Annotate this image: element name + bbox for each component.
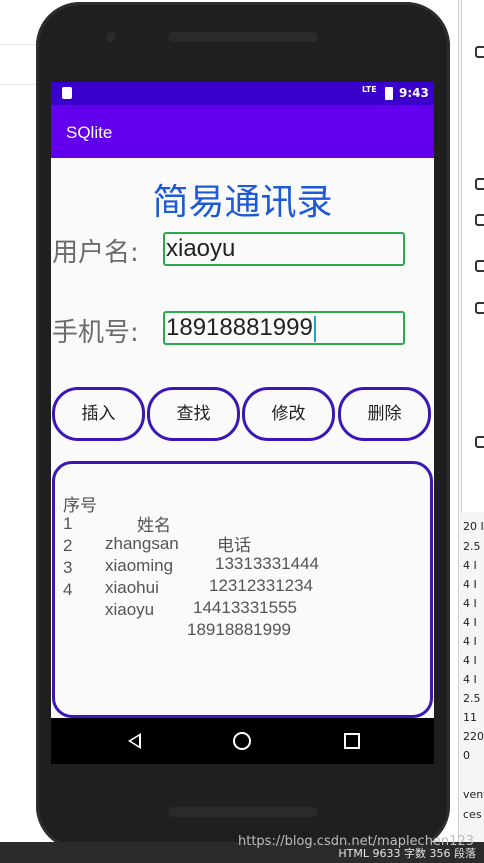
- ide-row-label: 4 I: [463, 673, 477, 686]
- status-bar: LTE 9:43: [51, 82, 434, 105]
- phone-label: 手机号:: [52, 318, 139, 348]
- row-name: xiaoming: [105, 556, 174, 575]
- header-name: 姓名: [137, 516, 171, 535]
- tool-icon[interactable]: [475, 46, 484, 58]
- lte-indicator: LTE: [362, 85, 377, 94]
- sd-card-icon: [62, 87, 72, 99]
- back-icon-inner: [131, 736, 139, 746]
- username-value: xiaoyu: [166, 235, 236, 262]
- app-toolbar: SQlite: [51, 105, 434, 158]
- ide-row-label: 20 I: [463, 520, 484, 533]
- tool-icon[interactable]: [475, 302, 484, 314]
- contact-list[interactable]: 序号 姓名 电话 1 zhangsan 13313331444 2 xiaomi…: [52, 461, 433, 718]
- ide-row-label: 4 I: [463, 597, 477, 610]
- row-index: 4: [63, 580, 73, 599]
- text-cursor: [313, 315, 316, 342]
- navigation-bar: [51, 718, 434, 764]
- tool-icon[interactable]: [475, 178, 484, 190]
- username-label: 用户名:: [52, 238, 139, 268]
- app-title: SQlite: [66, 123, 113, 142]
- ide-row-label: 11: [463, 711, 477, 724]
- phone-frame: LTE 9:43 SQlite 简易通讯录 用户名: xiaoyu 手机号: 1…: [36, 2, 450, 850]
- phone-value: 18918881999: [166, 314, 313, 341]
- tool-icon[interactable]: [475, 260, 484, 272]
- ide-right-panel: 20 I 2.5 4 I 4 I 4 I 4 I 4 I 4 I 4 I 2.5…: [458, 0, 484, 863]
- status-time: 9:43: [399, 86, 429, 100]
- ide-row-label: 4 I: [463, 635, 477, 648]
- page-heading: 简易通讯录: [152, 182, 333, 223]
- ide-row-label: 4 I: [463, 654, 477, 667]
- ide-row-label: 4 I: [463, 616, 477, 629]
- tool-icon[interactable]: [475, 436, 484, 448]
- row-phone: 12312331234: [209, 576, 314, 595]
- row-name: xiaoyu: [105, 600, 155, 619]
- phone-input[interactable]: 18918881999: [163, 311, 405, 345]
- list-item[interactable]: 4 xiaoyu 18918881999: [63, 560, 291, 660]
- battery-icon: [385, 87, 393, 100]
- ide-row-label: 0: [463, 749, 470, 762]
- delete-button[interactable]: 删除: [338, 387, 431, 441]
- row-phone: 18918881999: [187, 620, 292, 639]
- ide-row-label: 4 I: [463, 559, 477, 572]
- bottom-speaker: [168, 807, 318, 817]
- ide-side-label: ces: [463, 808, 482, 821]
- row-name: xiaohui: [105, 578, 159, 597]
- phone-screen: LTE 9:43 SQlite 简易通讯录 用户名: xiaoyu 手机号: 1…: [51, 82, 434, 764]
- header-phone: 电话: [217, 536, 251, 555]
- edit-button[interactable]: 修改: [242, 387, 335, 441]
- watermark: https://blog.csdn.net/maplechen123: [238, 834, 474, 849]
- ide-row-label: 4 I: [463, 578, 477, 591]
- ide-row-label: 220: [463, 730, 484, 743]
- home-icon[interactable]: [233, 732, 251, 750]
- search-button[interactable]: 查找: [147, 387, 240, 441]
- ide-side-label: vent: [463, 788, 484, 801]
- ide-row-label: 2.5 I: [463, 692, 484, 705]
- ide-row-label: 2.5: [463, 540, 481, 553]
- row-phone: 14413331555: [193, 598, 298, 617]
- top-speaker: [168, 32, 318, 42]
- front-camera: [106, 32, 116, 42]
- username-input[interactable]: xiaoyu: [163, 232, 405, 266]
- row-name: zhangsan: [105, 534, 179, 553]
- insert-button[interactable]: 插入: [52, 387, 145, 441]
- row-phone: 13313331444: [215, 554, 320, 573]
- tool-icon[interactable]: [475, 214, 484, 226]
- recent-apps-icon[interactable]: [344, 733, 360, 749]
